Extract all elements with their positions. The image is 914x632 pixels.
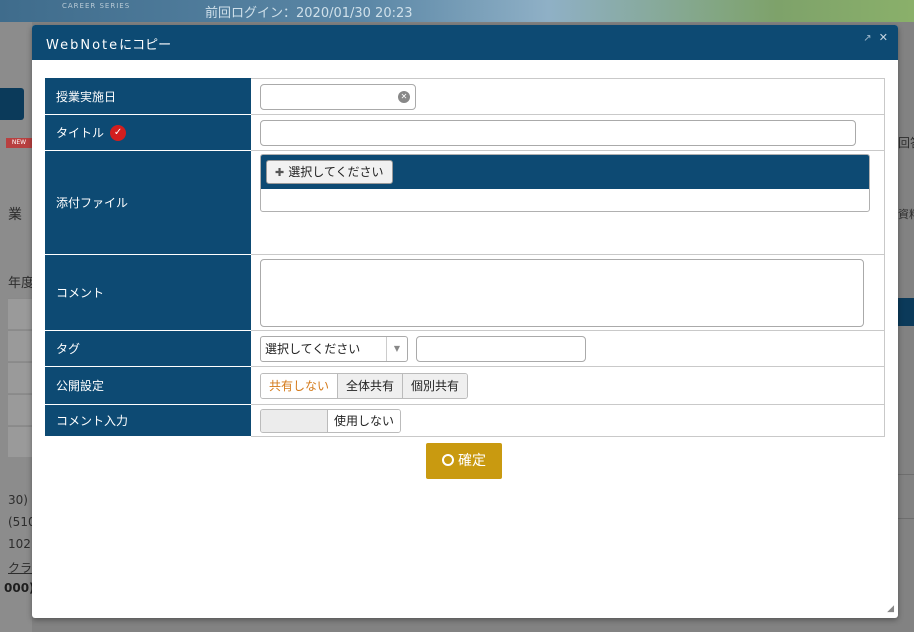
form-row-title: タイトル ✓ xyxy=(45,114,885,151)
publish-options: 共有しない 全体共有 個別共有 xyxy=(260,372,469,399)
background-text-fragment: 業 xyxy=(8,207,22,223)
background-row xyxy=(8,298,32,329)
background-row xyxy=(8,362,32,393)
background-row xyxy=(8,426,32,457)
dialog-header: WebNoteにコピー ↗ ✕ xyxy=(32,25,898,60)
external-link-icon[interactable]: ↗ xyxy=(863,33,871,44)
label-tag: タグ xyxy=(45,330,251,367)
confirm-button[interactable]: 確定 xyxy=(426,443,502,479)
background-blue-bar xyxy=(898,298,914,326)
comment-cell xyxy=(250,254,885,331)
background-header-brand: CAREER SERIES xyxy=(62,2,131,10)
attachment-cell: ✚ 選択してください xyxy=(250,150,885,255)
label-attachment: 添付ファイル xyxy=(45,150,251,255)
label-title: タイトル xyxy=(56,125,105,140)
title-input[interactable] xyxy=(260,119,856,146)
toggle-knob[interactable] xyxy=(261,409,328,432)
form-row-comment: コメント xyxy=(45,254,885,331)
copy-form: 授業実施日 ✕ タイトル ✓ 添付ファイル ✚ 選択してください コメント タグ… xyxy=(45,78,885,437)
background-text-fragment: 資料 xyxy=(898,208,914,221)
comment-input-toggle[interactable]: 使用しない xyxy=(260,408,402,433)
file-upload-toolbar: ✚ 選択してください xyxy=(261,155,869,189)
form-row-tag: タグ 選択してください ▼ xyxy=(45,330,885,367)
label-date: 授業実施日 xyxy=(45,78,251,115)
label-title-cell: タイトル ✓ xyxy=(45,114,251,151)
background-text-fragment: 000) xyxy=(4,581,35,595)
form-row-date: 授業実施日 ✕ xyxy=(45,78,885,115)
form-row-publish: 公開設定 共有しない 全体共有 個別共有 xyxy=(45,366,885,405)
publish-cell: 共有しない 全体共有 個別共有 xyxy=(250,366,885,405)
close-icon[interactable]: ✕ xyxy=(879,31,888,44)
background-row xyxy=(8,394,32,425)
background-header: CAREER SERIES 前回ログイン：2020/01/30 20:23 xyxy=(0,0,914,22)
dialog-title-latin: WebNote xyxy=(46,38,120,53)
background-text-fragment: 30) xyxy=(8,493,28,507)
dialog-title: WebNoteにコピー xyxy=(46,34,171,53)
background-divider xyxy=(898,474,914,475)
publish-option-individual[interactable]: 個別共有 xyxy=(402,373,468,398)
background-last-login: 前回ログイン：2020/01/30 20:23 xyxy=(205,6,413,21)
dialog-header-icons: ↗ ✕ xyxy=(859,31,888,44)
background-text-fragment: 102 xyxy=(8,537,31,551)
form-row-attachment: 添付ファイル ✚ 選択してください xyxy=(45,150,885,255)
resize-handle-icon[interactable]: ◢ xyxy=(887,604,894,614)
date-cell: ✕ xyxy=(250,78,885,115)
publish-option-none[interactable]: 共有しない xyxy=(261,373,338,398)
label-comment-input: コメント入力 xyxy=(45,404,251,437)
confirm-label: 確定 xyxy=(458,453,486,469)
comment-input-cell: 使用しない xyxy=(250,404,885,437)
background-text-fragment: 回答 xyxy=(898,136,914,150)
background-text-fragment: 年度 xyxy=(8,276,35,291)
check-circle-icon: ✓ xyxy=(110,125,127,142)
date-input[interactable]: ✕ xyxy=(260,83,416,110)
tag-cell: 選択してください ▼ xyxy=(250,330,885,367)
file-upload-area[interactable]: ✚ 選択してください xyxy=(260,154,870,212)
label-comment: コメント xyxy=(45,254,251,331)
plus-icon: ✚ xyxy=(275,166,285,179)
toggle-label: 使用しない xyxy=(328,409,401,432)
select-file-button[interactable]: ✚ 選択してください xyxy=(266,160,393,184)
circle-icon xyxy=(442,454,454,466)
select-file-label: 選択してください xyxy=(288,165,384,179)
clear-icon[interactable]: ✕ xyxy=(398,90,410,103)
background-divider xyxy=(898,518,914,519)
title-cell xyxy=(250,114,885,151)
tag-select[interactable]: 選択してください ▼ xyxy=(260,335,408,362)
webnote-copy-dialog: WebNoteにコピー ↗ ✕ 授業実施日 ✕ タイトル ✓ 添付ファイル ✚ … xyxy=(32,25,898,618)
background-new-badge: NEW xyxy=(6,138,32,148)
background-row xyxy=(8,330,32,361)
background-blue-button xyxy=(0,88,24,120)
comment-textarea[interactable] xyxy=(260,258,864,327)
chevron-down-icon: ▼ xyxy=(386,336,407,361)
background-text-fragment: クラ xyxy=(8,561,33,575)
dialog-title-jp: にコピー xyxy=(119,38,172,53)
form-row-comment-input: コメント入力 使用しない xyxy=(45,404,885,437)
publish-option-all[interactable]: 全体共有 xyxy=(337,373,403,398)
label-publish: 公開設定 xyxy=(45,366,251,405)
tag-select-value: 選択してください xyxy=(265,341,361,356)
tag-input[interactable] xyxy=(416,335,586,362)
